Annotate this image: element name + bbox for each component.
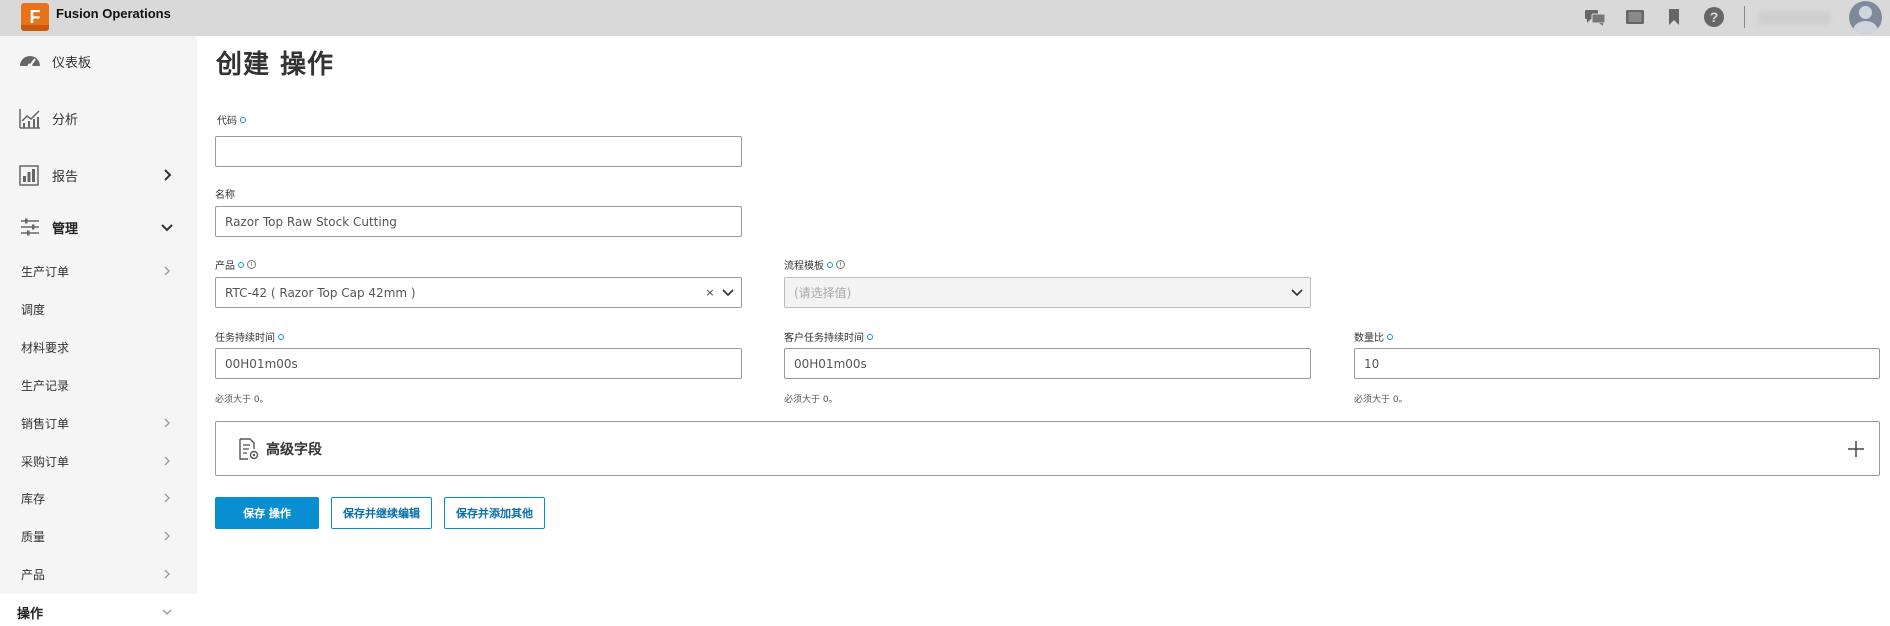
sidebar-item-label: 分析 — [52, 112, 79, 128]
sidebar-item-quality[interactable]: 质量 — [0, 521, 197, 551]
required-indicator-icon — [867, 333, 873, 340]
code-label-text: 代码 — [217, 116, 237, 127]
required-indicator-icon — [1387, 333, 1393, 340]
save-and-continue-button[interactable]: 保存并继续编辑 — [331, 497, 432, 529]
process-template-select[interactable]: (请选择值) — [784, 277, 1311, 308]
sidebar: 仪表板 分析 报告 管理 生产订单 调度 材料要求 生产记录 销售订单 采购订单… — [0, 36, 197, 626]
dashboard-icon — [20, 56, 40, 69]
advanced-fields-label: 高级字段 — [266, 442, 322, 458]
product-label-text: 产品 — [215, 261, 235, 272]
required-indicator-icon — [238, 261, 244, 268]
sidebar-item-reports[interactable]: 报告 — [0, 155, 197, 195]
manage-icon — [21, 218, 39, 236]
quantity-ratio-hint: 必须大于 0。 — [1354, 395, 1408, 405]
info-icon[interactable]: i — [836, 260, 845, 269]
task-duration-label: 任务持续时间 — [215, 329, 284, 344]
task-duration-label-text: 任务持续时间 — [215, 333, 275, 344]
advanced-fields-panel[interactable]: 高级字段 — [215, 421, 1880, 476]
app-logo[interactable]: F — [21, 3, 49, 31]
task-duration-field[interactable]: 00H01m00s — [215, 348, 742, 379]
process-template-label-text: 流程模板 — [784, 261, 824, 272]
sidebar-item-label: 操作 — [17, 606, 44, 622]
code-label: 代码 — [217, 112, 246, 127]
chevron-right-icon — [164, 418, 170, 428]
required-indicator-icon — [278, 333, 284, 340]
sidebar-item-production-records[interactable]: 生产记录 — [0, 370, 197, 400]
chevron-right-icon — [164, 456, 170, 466]
customer-task-duration-hint: 必须大于 0。 — [784, 395, 838, 405]
topbar-divider — [1744, 6, 1745, 28]
sidebar-item-products[interactable]: 产品 — [0, 559, 197, 589]
chevron-right-icon — [164, 569, 170, 579]
name-label: 名称 — [215, 186, 235, 201]
product-select[interactable]: RTC-42 ( Razor Top Cap 42mm ) — [215, 277, 742, 308]
document-settings-icon — [239, 438, 259, 460]
customer-task-duration-label: 客户任务持续时间 — [784, 329, 873, 344]
sidebar-item-label: 生产订单 — [21, 264, 70, 279]
task-duration-hint: 必须大于 0。 — [215, 395, 269, 405]
chevron-right-icon — [164, 266, 170, 276]
save-and-add-another-button[interactable]: 保存并添加其他 — [444, 497, 545, 529]
page-title: 创建 操作 — [216, 50, 335, 80]
sidebar-item-label: 销售订单 — [21, 416, 70, 431]
chevron-down-icon[interactable] — [1290, 288, 1304, 298]
sidebar-item-label: 材料要求 — [21, 340, 70, 355]
sidebar-item-dashboard[interactable]: 仪表板 — [0, 41, 197, 81]
quantity-ratio-label: 数量比 — [1354, 329, 1393, 344]
chevron-down-icon[interactable] — [721, 288, 735, 298]
sidebar-item-analytics[interactable]: 分析 — [0, 98, 197, 138]
sidebar-item-label: 调度 — [21, 302, 46, 317]
customer-task-duration-label-text: 客户任务持续时间 — [784, 333, 864, 344]
info-icon[interactable]: i — [247, 260, 256, 269]
avatar[interactable] — [1849, 1, 1882, 34]
product-select-value: RTC-42 ( Razor Top Cap 42mm ) — [225, 285, 416, 300]
required-indicator-icon — [240, 116, 246, 123]
help-glyph: ? — [1704, 7, 1724, 27]
quantity-ratio-label-text: 数量比 — [1354, 333, 1384, 344]
sidebar-item-label: 生产记录 — [21, 378, 70, 393]
chevron-right-icon — [164, 169, 172, 181]
chevron-right-icon — [164, 531, 170, 541]
process-template-placeholder: (请选择值) — [794, 286, 852, 300]
plus-icon[interactable] — [1846, 439, 1866, 459]
sidebar-item-label: 产品 — [21, 567, 46, 582]
clear-icon[interactable]: × — [705, 287, 715, 298]
sidebar-item-label: 管理 — [52, 221, 79, 237]
sidebar-item-label: 采购订单 — [21, 454, 70, 469]
sidebar-item-sales-orders[interactable]: 销售订单 — [0, 408, 197, 438]
sidebar-item-label: 库存 — [21, 491, 46, 506]
sidebar-item-production-orders[interactable]: 生产订单 — [0, 256, 197, 286]
analytics-icon — [19, 109, 40, 129]
chevron-down-icon — [161, 224, 173, 232]
customer-task-duration-field[interactable]: 00H01m00s — [784, 348, 1311, 379]
sidebar-item-scheduling[interactable]: 调度 — [0, 294, 197, 324]
process-template-label: 流程模板 i — [784, 257, 845, 272]
quantity-ratio-field[interactable]: 10 — [1354, 348, 1880, 379]
sidebar-item-label: 质量 — [21, 529, 46, 544]
user-name-redacted[interactable] — [1758, 11, 1830, 25]
chat-icon[interactable] — [1584, 6, 1606, 28]
sidebar-item-inventory[interactable]: 库存 — [0, 483, 197, 513]
sidebar-item-operations[interactable]: 操作 — [0, 594, 197, 626]
top-bar: F Fusion Operations ? — [0, 0, 1890, 36]
product-label: 产品 i — [215, 257, 256, 272]
help-icon[interactable]: ? — [1703, 6, 1725, 28]
sidebar-item-label: 仪表板 — [52, 55, 92, 71]
name-field[interactable]: Razor Top Raw Stock Cutting — [215, 206, 742, 237]
name-label-text: 名称 — [215, 190, 235, 201]
sidebar-item-purchase-orders[interactable]: 采购订单 — [0, 446, 197, 476]
chevron-down-icon — [162, 609, 172, 615]
tablet-icon[interactable] — [1624, 6, 1646, 28]
code-field[interactable] — [215, 136, 742, 167]
app-title[interactable]: Fusion Operations — [56, 6, 171, 21]
report-icon — [19, 165, 39, 186]
sidebar-item-label: 报告 — [52, 169, 79, 185]
required-indicator-icon — [827, 261, 833, 268]
sidebar-item-material-requirements[interactable]: 材料要求 — [0, 332, 197, 362]
bookmark-icon[interactable] — [1663, 6, 1685, 28]
sidebar-item-manage[interactable]: 管理 — [0, 207, 197, 247]
chevron-right-icon — [164, 493, 170, 503]
save-button[interactable]: 保存 操作 — [215, 497, 319, 529]
